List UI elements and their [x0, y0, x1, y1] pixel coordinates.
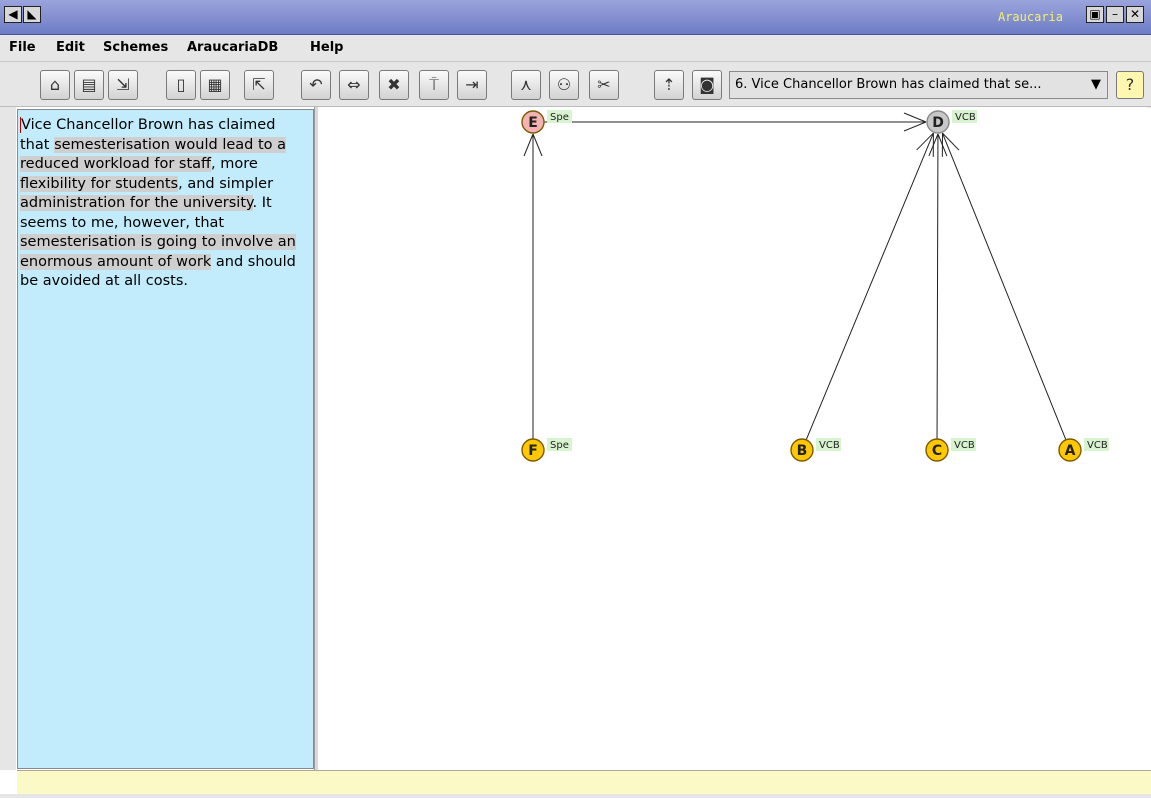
- node-C[interactable]: C VCB: [925, 438, 976, 462]
- menu-file[interactable]: File: [9, 40, 36, 55]
- argument-text-panel[interactable]: Vice Chancellor Brown has claimed that s…: [17, 109, 314, 769]
- owner-tag: VCB: [951, 438, 976, 451]
- tree-icon[interactable]: ⋏: [511, 70, 541, 100]
- title-bar: ◀ ◣ Araucaria ▣ – ✕: [0, 0, 1151, 35]
- add-owner-icon[interactable]: ⚇: [549, 70, 579, 100]
- owner-label: Spe: [550, 112, 569, 123]
- pin-icon[interactable]: ⍑: [419, 70, 449, 100]
- highlighted-text-segment[interactable]: flexibility for students: [20, 175, 179, 192]
- help-icon[interactable]: ?: [1116, 71, 1144, 99]
- remove-owner-icon[interactable]: ✂: [589, 70, 619, 100]
- owner-label: VCB: [1087, 440, 1108, 451]
- node-label: C: [932, 443, 942, 459]
- open-folder-icon[interactable]: ▤: [74, 70, 104, 100]
- text-segment: , and simpler: [178, 175, 274, 192]
- highlighted-text-segment[interactable]: administration for the university: [20, 195, 253, 211]
- owner-label: Spe: [550, 440, 569, 451]
- argument-text[interactable]: Vice Chancellor Brown has claimed that s…: [20, 116, 305, 292]
- owner-label: VCB: [955, 112, 976, 123]
- close-icon[interactable]: ✕: [1126, 6, 1144, 23]
- owner-tag: VCB: [952, 110, 977, 123]
- edge-E-D[interactable]: [544, 112, 927, 132]
- minimize-icon[interactable]: –: [1106, 6, 1124, 23]
- undo-icon[interactable]: ↶: [301, 70, 331, 100]
- node-label: F: [528, 443, 538, 459]
- argument-select[interactable]: 6. Vice Chancellor Brown has claimed tha…: [729, 71, 1108, 99]
- node-B[interactable]: B VCB: [790, 438, 841, 462]
- link-icon[interactable]: ⇔: [339, 70, 369, 100]
- node-A[interactable]: A VCB: [1058, 438, 1109, 462]
- unpin-icon[interactable]: ⇥: [457, 70, 487, 100]
- edge-A-D[interactable]: [941, 132, 1067, 440]
- diagram-svg[interactable]: E Spe D VCB F Spe B VCB C VCB A VCB: [318, 108, 1151, 770]
- status-bar: [17, 770, 1151, 795]
- open-icon[interactable]: ⌂: [40, 70, 70, 100]
- owner-label: VCB: [819, 440, 840, 451]
- node-D[interactable]: D VCB: [926, 110, 977, 134]
- edge-B-D[interactable]: [805, 132, 934, 441]
- node-label: D: [932, 115, 944, 131]
- database-icon[interactable]: ◙: [692, 70, 722, 100]
- node-label: E: [528, 115, 538, 131]
- window-menu-left-icon[interactable]: ◀: [4, 6, 22, 23]
- argument-select-value: 6. Vice Chancellor Brown has claimed tha…: [735, 77, 1042, 92]
- chevron-down-icon[interactable]: ▼: [1091, 72, 1101, 98]
- database-upload-icon[interactable]: ⇡: [654, 70, 684, 100]
- node-label: B: [797, 443, 808, 459]
- import-icon[interactable]: ⇲: [108, 70, 138, 100]
- menu-araucariadb[interactable]: AraucariaDB: [187, 40, 278, 55]
- delete-icon[interactable]: ✖: [379, 70, 409, 100]
- window-menu-right-icon[interactable]: ◣: [23, 6, 41, 23]
- owner-tag: Spe: [547, 438, 572, 451]
- owner-label: VCB: [954, 440, 975, 451]
- edge-C-D[interactable]: [928, 133, 948, 440]
- menu-schemes[interactable]: Schemes: [103, 40, 168, 55]
- owner-tag: VCB: [1084, 438, 1109, 451]
- node-F[interactable]: F Spe: [521, 438, 572, 462]
- restore-icon[interactable]: ▣: [1086, 6, 1104, 23]
- menu-edit[interactable]: Edit: [56, 40, 85, 55]
- text-segment: , more: [211, 156, 258, 172]
- owner-tag: VCB: [816, 438, 841, 451]
- export-document-icon[interactable]: ⇱: [244, 70, 274, 100]
- edge-F-E[interactable]: [523, 133, 543, 439]
- menu-bar: File Edit Schemes AraucariaDB Help: [0, 35, 1151, 62]
- owner-tag: Spe: [547, 110, 572, 123]
- left-gutter: [0, 107, 16, 770]
- save-document-icon[interactable]: ▦: [200, 70, 230, 100]
- node-label: A: [1065, 443, 1076, 459]
- diagram-canvas[interactable]: E Spe D VCB F Spe B VCB C VCB A VCB: [318, 108, 1151, 770]
- node-E[interactable]: E Spe: [521, 110, 572, 134]
- toolbar: ⌂ ▤ ⇲ ▯ ▦ ⇱ ↶ ⇔ ✖ ⍑ ⇥ ⋏ ⚇ ✂ ⇡ ◙ 6. Vice …: [0, 62, 1151, 107]
- window-title: Araucaria: [997, 10, 1063, 24]
- bottom-strip: [0, 794, 1151, 798]
- new-document-icon[interactable]: ▯: [166, 70, 196, 100]
- menu-help[interactable]: Help: [310, 40, 343, 55]
